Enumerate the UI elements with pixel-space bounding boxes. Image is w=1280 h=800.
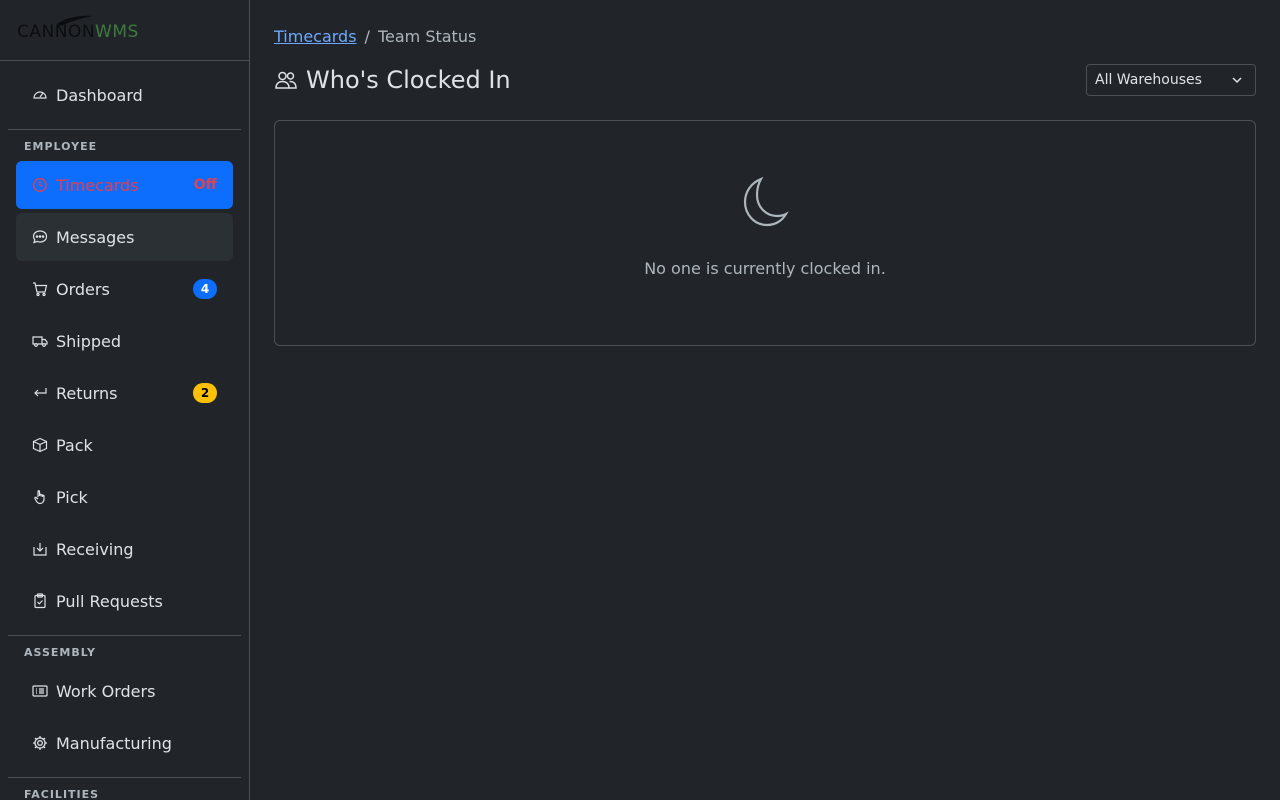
- warehouse-select[interactable]: All Warehouses: [1086, 64, 1256, 96]
- sidebar-item-label: Dashboard: [56, 85, 143, 105]
- clipboard-check-icon: [32, 593, 48, 609]
- truck-icon: [32, 333, 48, 349]
- page-title: Who's Clocked In: [274, 66, 511, 94]
- section-label-employee: EMPLOYEE: [24, 140, 98, 153]
- sidebar-item-label: Shipped: [56, 331, 122, 351]
- sidebar-item-orders[interactable]: Orders 4: [16, 265, 233, 313]
- inbox-download-icon: [32, 541, 48, 557]
- sidebar-item-pull-requests[interactable]: Pull Requests: [16, 577, 233, 625]
- sidebar-item-shipped[interactable]: Shipped: [16, 317, 233, 365]
- sidebar-item-label: Messages: [56, 227, 135, 247]
- sidebar-item-label: Work Orders: [56, 681, 156, 701]
- page-title-text: Who's Clocked In: [306, 66, 511, 94]
- logo[interactable]: CANNONWMS: [17, 15, 139, 42]
- clock-status-badge: Off: [193, 177, 217, 193]
- sidebar-item-receiving[interactable]: Receiving: [16, 525, 233, 573]
- clock-icon: [32, 177, 48, 193]
- sidebar-item-pick[interactable]: Pick: [16, 473, 233, 521]
- chevron-down-icon: [1231, 74, 1243, 86]
- warehouse-select-value: All Warehouses: [1095, 72, 1202, 88]
- sidebar-item-manufacturing[interactable]: Manufacturing: [16, 719, 233, 767]
- breadcrumb-separator: /: [364, 26, 370, 46]
- sidebar-item-pack[interactable]: Pack: [16, 421, 233, 469]
- breadcrumb: Timecards / Team Status: [274, 24, 1256, 48]
- sidebar-item-dashboard[interactable]: Dashboard: [16, 71, 233, 119]
- sidebar-item-label: Timecards: [56, 175, 139, 195]
- sidebar-item-label: Pull Requests: [56, 591, 163, 611]
- breadcrumb-current: Team Status: [377, 26, 477, 46]
- main-content: Timecards / Team Status Who's Clocked In…: [250, 0, 1280, 800]
- return-arrow-icon: [32, 385, 48, 401]
- logo-swoosh-icon: [57, 15, 93, 26]
- page-header: Who's Clocked In All Warehouses: [274, 64, 1256, 96]
- sidebar-item-label: Manufacturing: [56, 733, 172, 753]
- box-icon: [32, 437, 48, 453]
- sidebar-item-work-orders[interactable]: Work Orders: [16, 667, 233, 715]
- cart-icon: [32, 281, 48, 297]
- clocked-in-card: No one is currently clocked in.: [274, 120, 1256, 346]
- sidebar-item-label: Returns: [56, 383, 118, 403]
- section-label-assembly: ASSEMBLY: [24, 646, 96, 659]
- people-icon: [274, 68, 298, 92]
- returns-count-badge: 2: [193, 383, 217, 403]
- logo-text-wms: WMS: [95, 22, 139, 42]
- section-label-facilities: FACILITIES: [24, 788, 100, 800]
- chat-icon: [32, 229, 48, 245]
- gear-icon: [32, 735, 48, 751]
- sidebar-nav: Dashboard EMPLOYEE Timecards Off Message…: [0, 71, 249, 800]
- orders-count-badge: 4: [193, 279, 217, 299]
- sidebar: CANNONWMS Dashboard EMPLOYEE Timecards O…: [0, 0, 250, 800]
- hand-pointer-icon: [32, 489, 48, 505]
- logo-area: CANNONWMS: [0, 0, 249, 61]
- sidebar-item-label: Pick: [56, 487, 88, 507]
- sidebar-item-messages[interactable]: Messages: [16, 213, 233, 261]
- empty-state-message: No one is currently clocked in.: [644, 259, 886, 278]
- sidebar-item-timecards[interactable]: Timecards Off: [16, 161, 233, 209]
- sidebar-item-label: Pack: [56, 435, 93, 455]
- sidebar-item-returns[interactable]: Returns 2: [16, 369, 233, 417]
- sidebar-item-label: Receiving: [56, 539, 134, 559]
- sidebar-item-label: Orders: [56, 279, 110, 299]
- moon-icon: [741, 176, 789, 231]
- speedometer-icon: [32, 87, 48, 103]
- list-card-icon: [32, 683, 48, 699]
- breadcrumb-link-timecards[interactable]: Timecards: [274, 27, 357, 46]
